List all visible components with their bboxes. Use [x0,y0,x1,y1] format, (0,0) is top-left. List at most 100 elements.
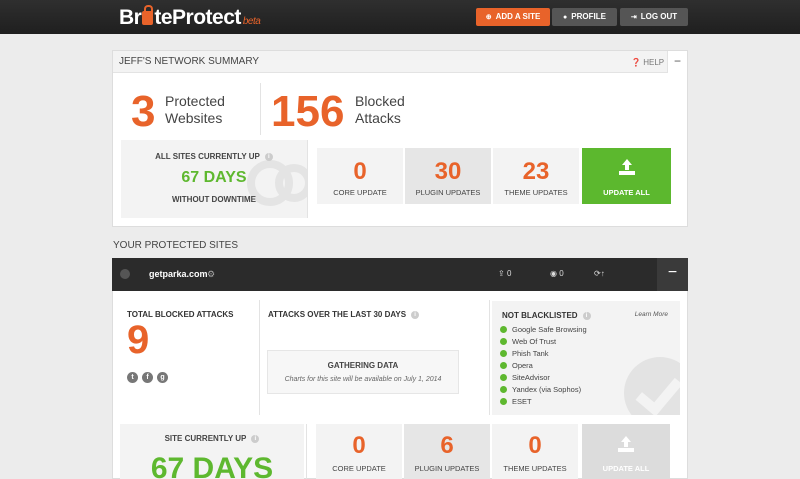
blacklist-label: NOT BLACKLISTED [502,311,578,320]
blacklist-item-label: Yandex (via Sophos) [512,385,582,394]
blocked-attacks-label: Blocked Attacks [355,93,405,127]
blocked-attacks-count: 156 [271,87,345,136]
check-icon [500,326,507,333]
info-icon[interactable]: i [264,153,273,161]
upload-small-icon: ⇪ [498,269,505,278]
gathering-data-title: GATHERING DATA [327,361,399,370]
twitter-icon[interactable]: t [127,372,138,383]
upload-icon [618,436,634,452]
facebook-icon[interactable]: f [142,372,153,383]
blacklist-item-label: Opera [512,361,533,370]
logout-icon: ⇥ [630,14,637,21]
plugin-updates-count: 30 [434,158,462,185]
logo-text-end: teProtect [154,6,241,29]
help-label: HELP [643,58,665,67]
shield-small-icon: ◉ [550,269,557,278]
protected-websites-count: 3 [131,87,156,136]
attacks-30-days-label: ATTACKS OVER THE LAST 30 DAYS [268,310,407,319]
network-summary-panel: JEFF'S NETWORK SUMMARY ❓ HELP − 3 Protec… [112,50,688,227]
blacklist-item: SiteAdvisor [500,373,550,382]
uptime-divider [307,140,308,218]
summary-title: JEFF'S NETWORK SUMMARY [119,56,260,67]
core-update-count: 0 [353,158,367,185]
blacklist-item-label: Web Of Trust [512,337,557,346]
upload-icon [618,159,635,175]
logout-label: LOG OUT [640,12,678,21]
protected-websites-label: Protected Websites [165,93,225,127]
site-uptime-heading: SITE CURRENTLY UP i [120,434,304,443]
check-icon [500,350,507,357]
site-plugin-updates-count: 6 [440,432,454,459]
site-divider-1 [259,300,260,415]
site-uptime-label: SITE CURRENTLY UP [164,434,247,443]
site-plugin-updates-stat[interactable]: 6 PLUGIN UPDATES [404,424,490,479]
site-core-update-count: 0 [352,432,366,459]
logout-button[interactable]: ⇥ LOG OUT [620,8,688,26]
help-link[interactable]: ❓ HELP [631,58,664,67]
site-header-bar[interactable]: getparka.com ⚙ ⇪ 0 ◉ 0 ⟳↑ − [112,258,688,291]
user-icon: ● [563,14,568,21]
profile-label: PROFILE [571,12,606,21]
check-watermark-icon [624,357,680,415]
help-icon: ❓ [631,58,641,67]
site-plugin-updates-label: PLUGIN UPDATES [414,464,480,473]
bar-updates-value: 0 [506,269,512,278]
beta-badge: beta [242,16,261,27]
blacklist-item: Phish Tank [500,349,549,358]
check-icon [500,362,507,369]
blocked-label-line1: Blocked [355,93,405,109]
site-uptime-divider [306,424,307,479]
core-update-stat[interactable]: 0 CORE UPDATE [317,148,403,204]
uptime-days: 67 DAYS [181,169,247,186]
check-icon [500,374,507,381]
profile-button[interactable]: ● PROFILE [552,8,617,26]
bar-blocked-stat: ◉ 0 [550,269,564,278]
site-theme-updates-count: 0 [528,432,542,459]
site-theme-updates-stat[interactable]: 0 THEME UPDATES [492,424,578,479]
info-icon[interactable]: i [411,311,420,319]
brand-logo[interactable]: Br teProtect beta [119,5,261,30]
plugin-updates-label: PLUGIN UPDATES [415,188,481,197]
site-uptime-box: SITE CURRENTLY UP i 67 DAYS [120,424,304,479]
attacks-30-days-heading: ATTACKS OVER THE LAST 30 DAYS i [268,310,420,319]
bar-updates-stat: ⇪ 0 [498,269,511,278]
total-blocked-value: 9 [127,318,150,362]
gear-icon[interactable]: ⚙ [207,269,215,280]
lock-icon [142,5,154,25]
theme-updates-stat[interactable]: 23 THEME UPDATES [493,148,579,204]
add-site-label: ADD A SITE [495,12,541,21]
add-site-button[interactable]: ⊕ ADD A SITE [476,8,550,26]
summary-collapse-button[interactable]: − [667,51,687,73]
google-plus-icon[interactable]: g [157,372,168,383]
check-icon [500,338,507,345]
site-name[interactable]: getparka.com [149,269,208,279]
blacklist-item: Web Of Trust [500,337,556,346]
update-all-button[interactable]: UPDATE ALL [582,148,671,204]
summary-header: JEFF'S NETWORK SUMMARY ❓ HELP − [113,51,687,73]
site-status-icon[interactable] [120,269,130,279]
blacklist-box: NOT BLACKLISTED i Learn More Google Safe … [492,301,680,415]
site-core-update-label: CORE UPDATE [332,464,386,473]
core-update-label: CORE UPDATE [333,188,387,197]
uptime-bottom-label: WITHOUT DOWNTIME [172,195,256,204]
check-icon [500,386,507,393]
info-icon[interactable]: i [582,312,591,320]
theme-updates-count: 23 [522,158,550,185]
blacklist-item-label: ESET [512,397,532,406]
site-core-update-stat[interactable]: 0 CORE UPDATE [316,424,402,479]
blacklist-item: ESET [500,397,532,406]
update-all-label: UPDATE ALL [603,188,650,197]
blacklist-item: Yandex (via Sophos) [500,385,581,394]
uptime-small-icon: ⟳↑ [594,269,605,278]
theme-updates-label: THEME UPDATES [504,188,568,197]
blacklist-item: Google Safe Browsing [500,325,587,334]
uptime-top-text: ALL SITES CURRENTLY UP [155,152,260,161]
info-icon[interactable]: i [251,435,260,443]
gathering-data-subtitle: Charts for this site will be available o… [284,376,442,383]
plus-circle-icon: ⊕ [485,14,492,21]
site-update-all-button[interactable]: UPDATE ALL [582,424,670,479]
site-update-all-label: UPDATE ALL [602,464,650,473]
plugin-updates-stat[interactable]: 30 PLUGIN UPDATES [405,148,491,204]
site-collapse-button[interactable]: − [657,258,688,291]
learn-more-link[interactable]: Learn More [635,311,668,318]
